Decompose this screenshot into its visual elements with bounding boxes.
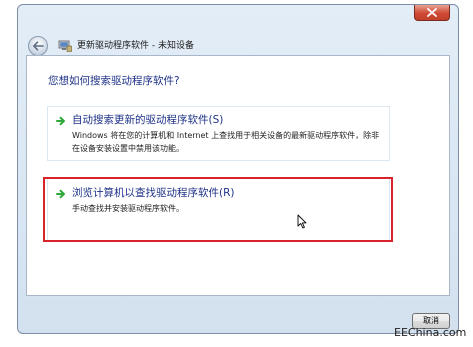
option-browse-computer-description: 手动查找并安装驱动程序软件。: [72, 204, 184, 213]
device-manager-icon: [58, 40, 72, 52]
option-auto-search-title[interactable]: 自动搜索更新的驱动程序软件(S): [72, 113, 223, 127]
driver-update-dialog: 更新驱动程序软件 - 未知设备 您想如何搜索驱动程序软件? 自动搜索更新的驱动程…: [17, 4, 459, 334]
back-arrow-icon: [33, 41, 44, 51]
window-title: 更新驱动程序软件 - 未知设备: [77, 41, 194, 51]
close-icon: [427, 8, 437, 17]
green-arrow-icon: [56, 189, 65, 199]
close-button[interactable]: [414, 5, 450, 21]
watermark: EEChina.com: [394, 326, 467, 339]
option-browse-computer[interactable]: 浏览计算机以查找驱动程序软件(R) 手动查找并安装驱动程序软件。: [47, 177, 390, 241]
option-auto-search[interactable]: 自动搜索更新的驱动程序软件(S) Windows 将在您的计算机和 Intern…: [47, 106, 390, 161]
back-button[interactable]: [28, 36, 48, 56]
option-browse-computer-title[interactable]: 浏览计算机以查找驱动程序软件(R): [72, 186, 235, 200]
option-auto-search-description: Windows 将在您的计算机和 Internet 上查找用于相关设备的最新驱动…: [72, 131, 380, 153]
green-arrow-icon: [56, 116, 65, 126]
mouse-pointer-icon: [297, 214, 307, 229]
content-pane: 您想如何搜索驱动程序软件? 自动搜索更新的驱动程序软件(S) Windows 将…: [26, 55, 450, 296]
page-heading: 您想如何搜索驱动程序软件?: [48, 75, 180, 87]
screen: 更新驱动程序软件 - 未知设备 您想如何搜索驱动程序软件? 自动搜索更新的驱动程…: [0, 0, 473, 347]
